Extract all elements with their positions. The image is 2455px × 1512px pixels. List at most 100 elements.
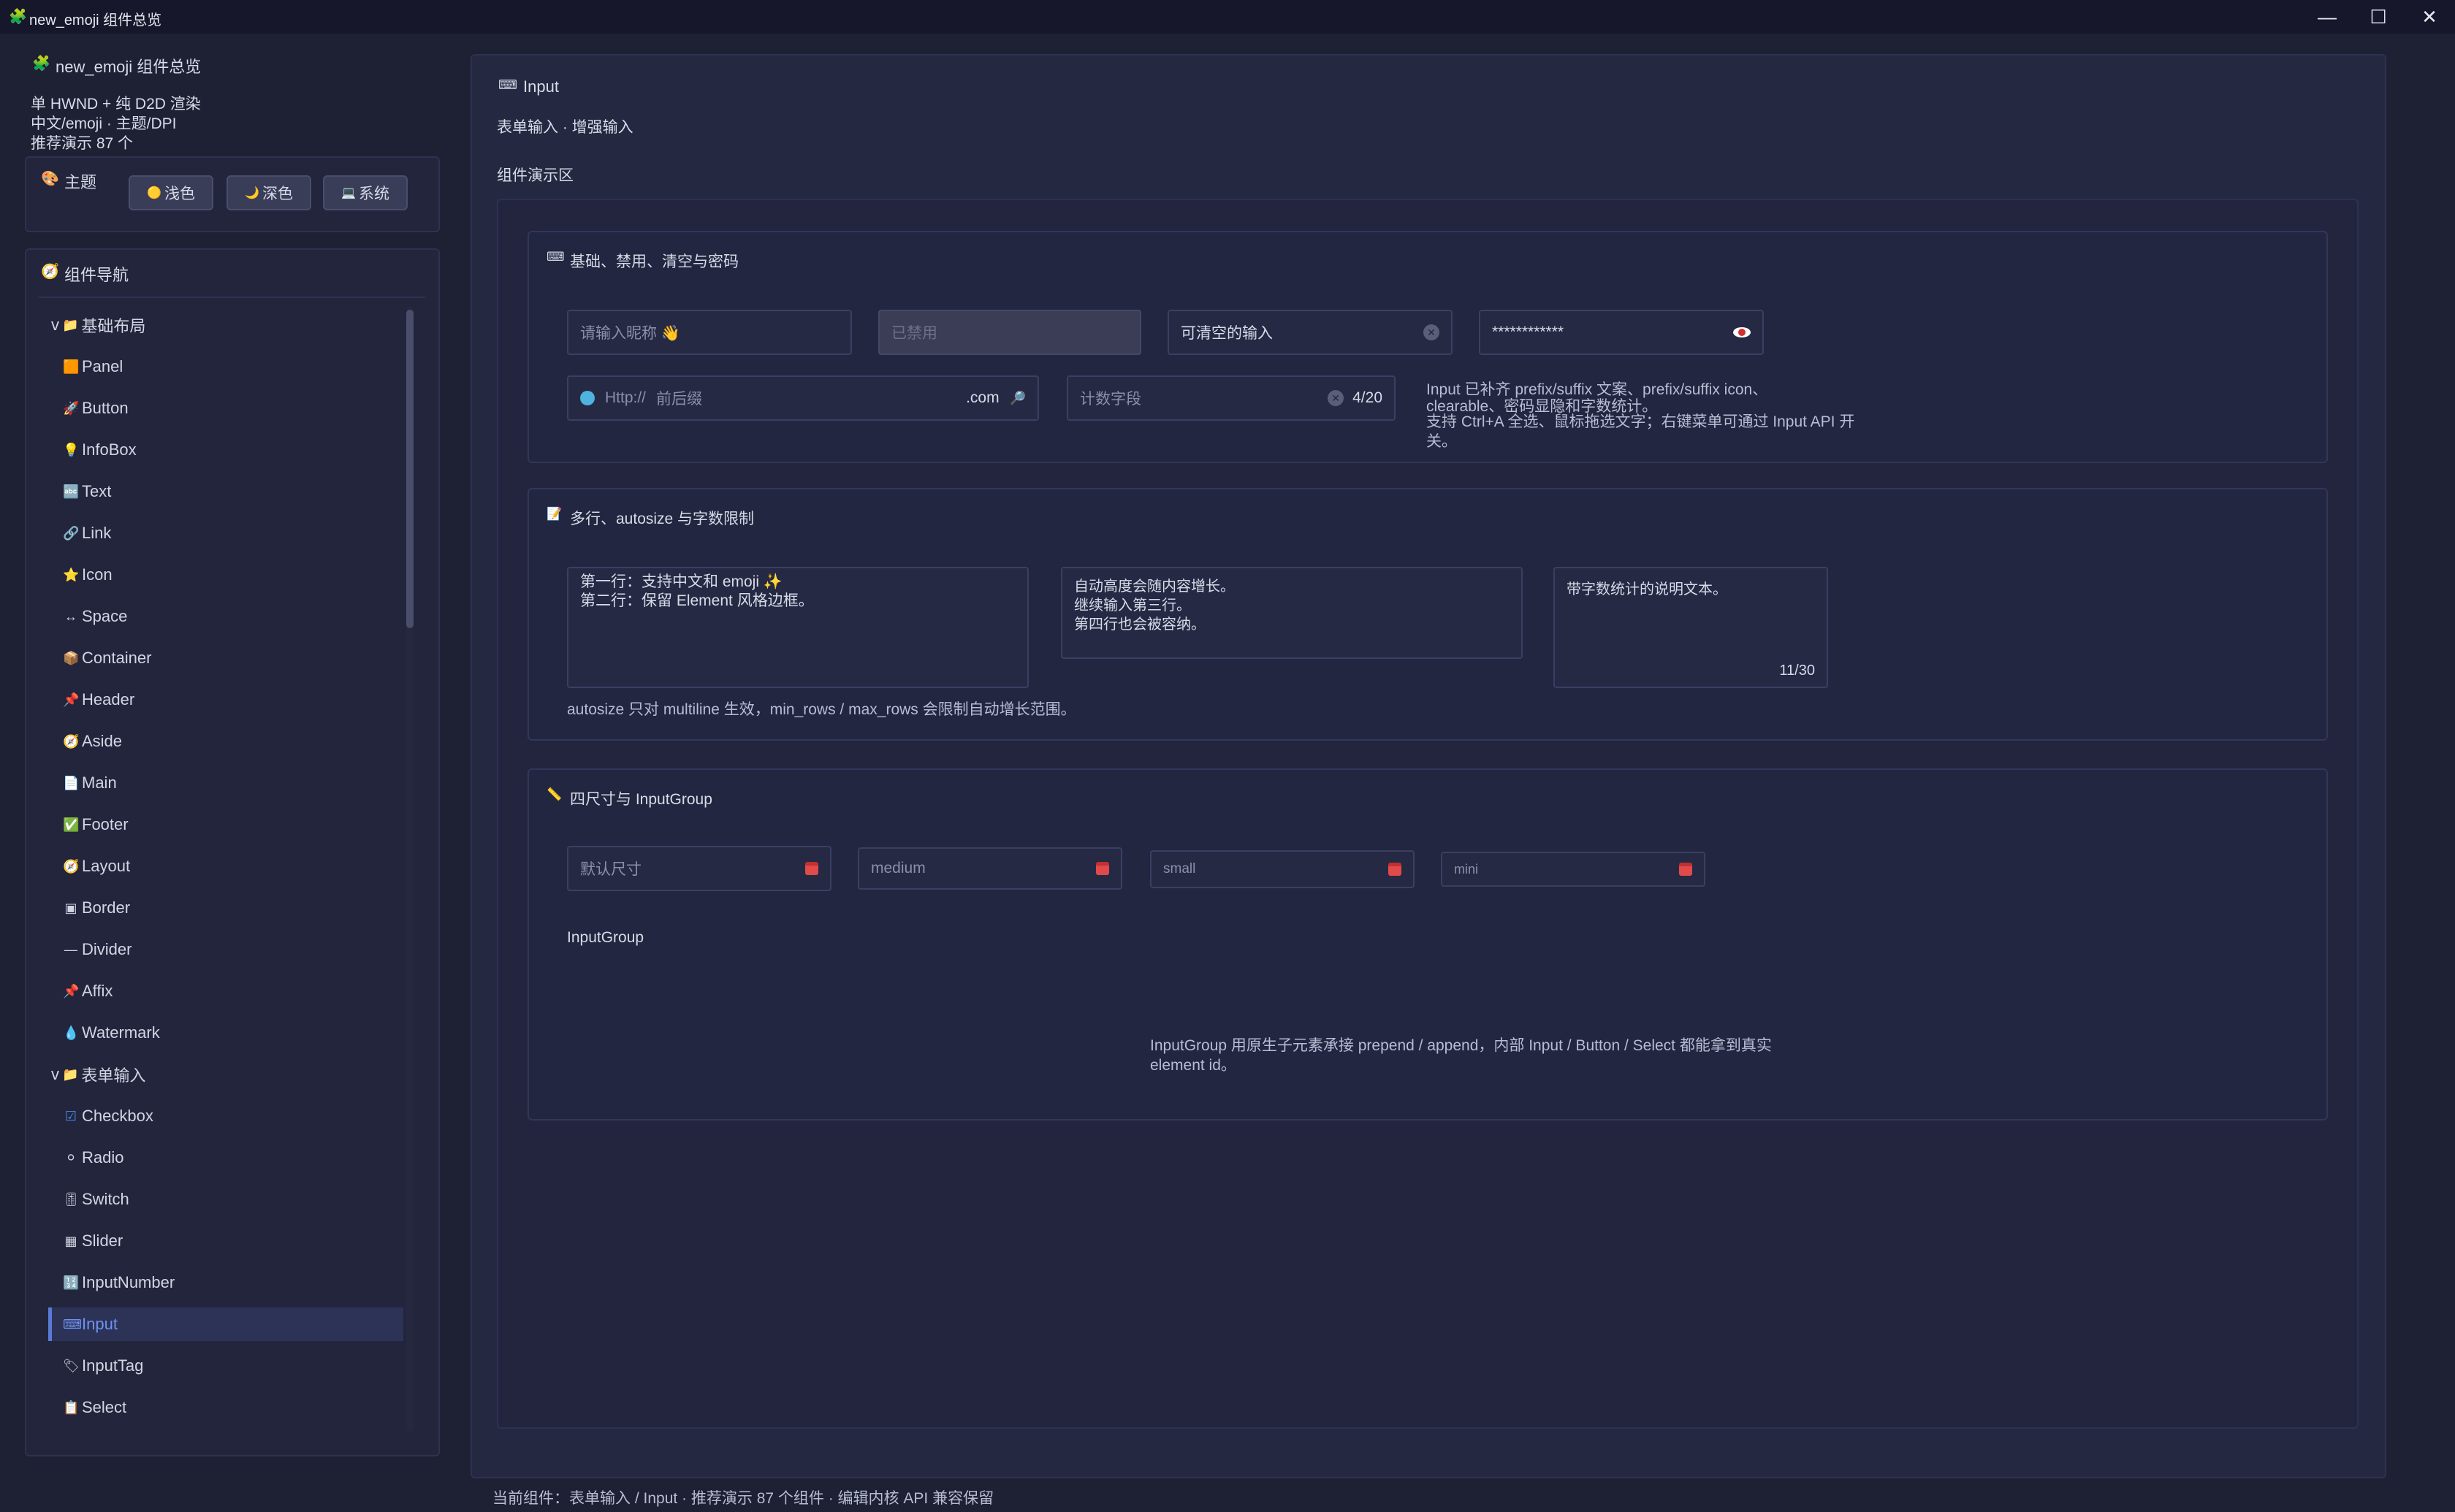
nickname-input[interactable]: 请输入昵称 👋 [567, 310, 852, 355]
calendar-icon [805, 862, 818, 875]
sidebar-item-watermark[interactable]: 💧 Watermark [63, 1018, 160, 1047]
window-title: new_emoji 组件总览 [29, 12, 162, 28]
page-title: Input [523, 77, 559, 96]
sidebar-item-label: Radio [82, 1148, 124, 1167]
nav-group-basic-layout[interactable]: v 📁 基础布局 [51, 310, 145, 340]
sidebar-item-label: Footer [82, 815, 129, 833]
size-small-input[interactable]: small [1150, 850, 1415, 888]
size-mini-input[interactable]: mini [1441, 852, 1705, 887]
sidebar-item-slider[interactable]: ▦ Slider [63, 1226, 123, 1256]
sidebar-item-label: Panel [82, 357, 123, 375]
moon-icon: 🌙 [245, 187, 259, 199]
count-input[interactable]: 计数字段 ✕ 4/20 [1067, 375, 1396, 421]
size-placeholder: mini [1454, 861, 1479, 877]
textarea-emoji[interactable]: 第一行：支持中文和 emoji ✨ 第二行：保留 Element 风格边框。 [567, 567, 1029, 688]
palette-icon: 🎨 [41, 171, 59, 187]
sidebar-item-text[interactable]: 🔤 Text [63, 477, 111, 506]
maximize-button[interactable]: ☐ [2354, 0, 2402, 34]
box-icon: 📦 [63, 650, 80, 665]
nav-scrollbar-thumb[interactable] [406, 310, 414, 628]
sidebar-item-label: Main [82, 774, 117, 792]
globe-icon [580, 391, 595, 405]
search-icon: 🔎 [1009, 390, 1026, 405]
compass-icon: 🧭 [63, 858, 80, 874]
ruler-icon: 📏 [547, 787, 563, 801]
memo-icon: 📝 [547, 507, 563, 521]
theme-dark-label: 深色 [262, 186, 293, 202]
sidebar-item-footer[interactable]: ✅ Footer [63, 810, 129, 839]
url-input[interactable]: Http:// 前后缀 .com 🔎 [567, 375, 1039, 421]
desc-line: InputGroup 用原生子元素承接 prepend / append，内部 … [1150, 1037, 1772, 1054]
url-suffix: .com [966, 389, 1000, 406]
sidebar-item-button[interactable]: 🚀 Button [63, 394, 129, 423]
sidebar-item-inputnumber[interactable]: 🔢 InputNumber [63, 1268, 175, 1297]
size-medium-input[interactable]: medium [858, 847, 1122, 890]
sidebar-item-affix[interactable]: 📌 Affix [63, 977, 113, 1006]
sidebar-item-link[interactable]: 🔗 Link [63, 519, 111, 548]
count-value: 4/20 [1352, 389, 1382, 406]
sidebar-item-label: Input [82, 1315, 118, 1333]
textarea-autosize[interactable]: 自动高度会随内容增长。 继续输入第三行。 第四行也会被容纳。 [1061, 567, 1523, 659]
grid-icon: ▦ [64, 1233, 77, 1248]
sidebar-item-inputtag[interactable]: 🏷 InputTag [63, 1351, 143, 1381]
sidebar-item-label: InfoBox [82, 440, 137, 459]
section1-description: Input 已补齐 prefix/suffix 文案、prefix/suffix… [1426, 380, 1879, 451]
clear-icon[interactable]: ✕ [1328, 390, 1344, 406]
desc-line: 关。 [1426, 433, 1457, 450]
textarea-text: 带字数统计的说明文本。 [1567, 581, 1727, 597]
theme-label: 主题 [64, 173, 97, 191]
bulb-icon: 💡 [63, 442, 80, 457]
password-input[interactable]: ************ [1479, 310, 1764, 355]
calendar-icon [1096, 862, 1109, 875]
size-placeholder: medium [871, 860, 926, 877]
keyboard-icon: ⌨ [547, 250, 565, 264]
nav-group-form-input[interactable]: v 📁 表单输入 [51, 1060, 145, 1089]
section-title: 多行、autosize 与字数限制 [570, 511, 755, 527]
numbers-icon: 🔢 [63, 1275, 80, 1290]
textarea-line: 继续输入第三行。 [1074, 597, 1191, 614]
textarea-line: 第二行：保留 Element 风格边框。 [580, 592, 814, 609]
size-default-input[interactable]: 默认尺寸 [567, 846, 831, 891]
sidebar-item-label: Slider [82, 1232, 123, 1250]
textarea-count-value: 11/30 [1779, 663, 1815, 679]
eye-icon[interactable] [1733, 327, 1751, 337]
sidebar-item-icon[interactable]: ⭐ Icon [63, 560, 113, 589]
theme-dark-button[interactable]: 🌙 深色 [227, 175, 311, 210]
sidebar-item-label: Watermark [82, 1023, 160, 1042]
sidebar-item-select[interactable]: 📋 Select [63, 1393, 126, 1422]
theme-system-button[interactable]: 💻 系统 [323, 175, 408, 210]
sidebar-item-header[interactable]: 📌 Header [63, 685, 134, 714]
clear-icon[interactable]: ✕ [1423, 324, 1439, 340]
sidebar-item-label: Select [82, 1398, 127, 1416]
check-icon: ✅ [63, 817, 80, 832]
minimize-button[interactable]: — [2303, 0, 2351, 34]
sidebar-item-checkbox[interactable]: ☑ Checkbox [63, 1101, 153, 1131]
section-title: 四尺寸与 InputGroup [570, 791, 712, 808]
compass-icon: 🧭 [41, 264, 59, 280]
sidebar-item-label: Switch [82, 1190, 129, 1208]
sidebar-item-panel[interactable]: 🟧 Panel [63, 352, 123, 381]
sidebar-item-switch[interactable]: 🎚 Switch [63, 1185, 129, 1214]
sidebar-item-label: Icon [82, 565, 113, 584]
pin-icon: 📌 [63, 692, 80, 707]
textarea-count[interactable]: 带字数统计的说明文本。 11/30 [1553, 567, 1828, 688]
expand-chevron-icon: v [51, 316, 59, 334]
sidebar-item-main[interactable]: 📄 Main [63, 768, 117, 798]
sidebar-item-container[interactable]: 📦 Container [63, 644, 151, 673]
password-value: ************ [1492, 324, 1564, 340]
checkbox-icon: ☑ [64, 1108, 77, 1123]
sidebar-item-space[interactable]: ↔ Space [63, 602, 127, 631]
theme-light-button[interactable]: 🟡 浅色 [129, 175, 213, 210]
sidebar-item-divider[interactable]: — Divider [63, 935, 132, 964]
sidebar-item-input[interactable]: ⌨ Input [48, 1307, 403, 1341]
sidebar-item-layout[interactable]: 🧭 Layout [63, 852, 130, 881]
sidebar-item-radio[interactable]: ⚪ Radio [63, 1143, 123, 1172]
arrows-icon: ↔ [64, 608, 77, 624]
sidebar-item-border[interactable]: ▣ Border [63, 893, 130, 923]
sidebar-item-aside[interactable]: 🧭 Aside [63, 727, 122, 756]
close-button[interactable]: ✕ [2405, 0, 2454, 34]
keyboard-icon: ⌨ [63, 1316, 82, 1332]
radio-icon: ⚪ [65, 1150, 77, 1165]
clearable-input[interactable]: 可清空的输入 ✕ [1168, 310, 1453, 355]
sidebar-item-infobox[interactable]: 💡 InfoBox [63, 435, 137, 465]
